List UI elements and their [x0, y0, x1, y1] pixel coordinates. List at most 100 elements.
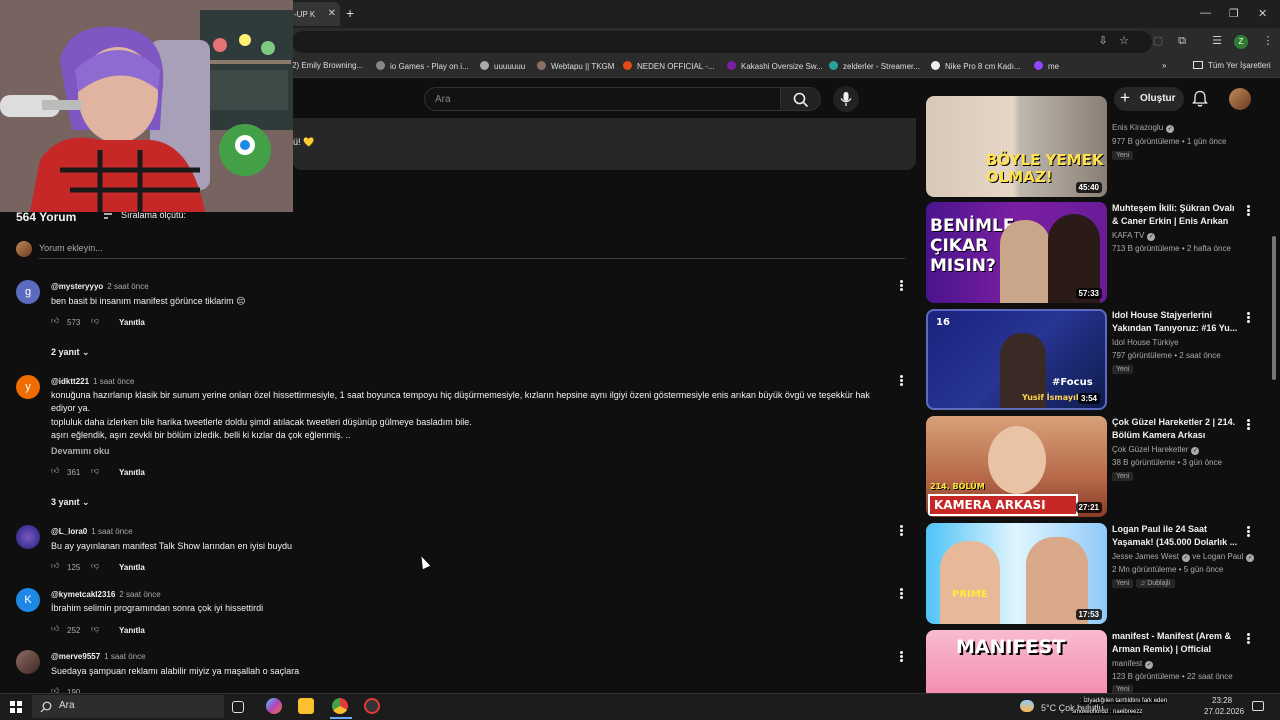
clock-time[interactable]: 23:28	[1212, 696, 1232, 705]
page-scrollbar[interactable]	[1272, 236, 1276, 380]
dislike-icon[interactable]: 👎︎	[91, 624, 99, 634]
video-menu-icon[interactable]	[1245, 632, 1251, 645]
minimize-icon[interactable]: —	[1200, 7, 1211, 19]
channel-name[interactable]: Idol House Türkiye	[1112, 338, 1179, 347]
reply-button[interactable]: Yanıtla	[119, 626, 145, 635]
obs-icon[interactable]	[364, 698, 380, 714]
video-menu-icon[interactable]	[1245, 525, 1251, 538]
like-icon[interactable]: 👍︎	[51, 466, 59, 476]
comment-author[interactable]: @mysteryyyo 2 saat önce	[51, 282, 149, 291]
video-title[interactable]: manifest - Manifest (Arem & Arman Remix)…	[1112, 630, 1238, 656]
upload-age: 22 saat önce	[1186, 672, 1233, 681]
commenter-avatar[interactable]: y	[16, 375, 40, 399]
bookmark-item[interactable]: me	[1034, 61, 1059, 71]
task-view-icon[interactable]	[232, 701, 244, 713]
restore-icon[interactable]: ❐	[1229, 7, 1239, 20]
comment-author[interactable]: @idktt221 1 saat önce	[51, 377, 134, 386]
bookmark-item[interactable]: 2) Emily Browning...	[292, 61, 363, 70]
bookmark-item[interactable]: Nike Pro 8 cm Kadı...	[931, 61, 1021, 71]
video-title[interactable]: Logan Paul ile 24 Saat Yaşamak! (145.000…	[1112, 523, 1238, 549]
comment-author[interactable]: @merve9557 1 saat önce	[51, 652, 146, 661]
notification-center-icon[interactable]	[1252, 701, 1264, 711]
bookmark-item[interactable]: NEDEN OFFICIAL -...	[623, 61, 715, 71]
reply-button[interactable]: Yanıtla	[119, 468, 145, 477]
comment-author[interactable]: @kymetcakl2316 2 saat önce	[51, 590, 161, 599]
channel-name[interactable]: Çok Güzel Hareketler ✓	[1112, 445, 1200, 455]
video-menu-icon[interactable]	[1245, 204, 1251, 217]
address-bar[interactable]	[292, 31, 1152, 53]
comment-menu-icon[interactable]	[896, 279, 906, 293]
comment-author[interactable]: @L_lora0 1 saat önce	[51, 527, 133, 536]
channel-label: KAFA TV	[1112, 231, 1145, 240]
bookmark-star-icon[interactable]: ☆	[1118, 35, 1130, 47]
video-title[interactable]: Idol House Stajyerlerini Yakından Tanıyo…	[1112, 309, 1238, 335]
like-icon[interactable]: 👍︎	[51, 624, 59, 634]
channel-name[interactable]: manifest ✓	[1112, 659, 1154, 669]
video-thumbnail[interactable]: BENİMLE ÇIKAR MISIN? 57:33	[926, 202, 1107, 303]
commenter-avatar[interactable]: K	[16, 588, 40, 612]
video-thumbnail[interactable]: BÖYLE YEMEK OLMAZ! 45:40	[926, 96, 1107, 197]
bookmark-item[interactable]: io Games - Play on i...	[376, 61, 469, 71]
comment-text-line: konuğuna hazırlanıp klasik bir sunum yer…	[51, 390, 870, 400]
video-menu-icon[interactable]	[1245, 311, 1251, 324]
like-icon[interactable]: 👍︎	[51, 316, 59, 326]
clock-date[interactable]: 27.02.2026	[1204, 707, 1244, 716]
new-tab-icon[interactable]: +	[346, 5, 354, 21]
channel-name[interactable]: Enis Kirazoglu ✓	[1112, 123, 1175, 133]
video-thumbnail[interactable]: 16 #Focus Yusif İsmayıl 3:54	[926, 309, 1107, 410]
profile-avatar[interactable]: Z	[1234, 35, 1248, 49]
voice-search-button[interactable]	[833, 86, 859, 112]
video-title[interactable]: Çok Güzel Hareketler 2 | 214. Bölüm Kame…	[1112, 416, 1238, 442]
video-thumbnail[interactable]: 214. BÖLÜM KAMERA ARKASI 27:21	[926, 416, 1107, 517]
bookmark-item[interactable]: uuuuuuu	[480, 61, 525, 71]
windows-start-icon[interactable]	[10, 701, 22, 713]
all-bookmarks[interactable]: Tüm Yer İşaretleri	[1193, 61, 1271, 70]
channel-name[interactable]: KAFA TV ✓	[1112, 231, 1156, 241]
commenter-avatar[interactable]	[16, 650, 40, 674]
reply-button[interactable]: Yanıtla	[119, 563, 145, 572]
dislike-icon[interactable]: 👎︎	[91, 316, 99, 326]
dislike-icon[interactable]: 👎︎	[91, 561, 99, 571]
channel-name[interactable]: Jesse James West ✓ ve Logan Paul ✓	[1112, 552, 1255, 562]
tab-search-icon[interactable]: ☰	[1211, 35, 1223, 47]
extensions-icon[interactable]: ⧉	[1176, 35, 1188, 47]
video-description[interactable]	[292, 118, 916, 170]
commenter-avatar[interactable]	[16, 525, 40, 549]
search-input[interactable]: Ara	[424, 87, 781, 111]
comment-menu-icon[interactable]	[896, 524, 906, 538]
dislike-icon[interactable]: 👎︎	[91, 466, 99, 476]
folder-icon	[1193, 61, 1203, 69]
video-thumbnail[interactable]: MANIFEST	[926, 630, 1107, 693]
all-bookmarks-label: Tüm Yer İşaretleri	[1208, 61, 1271, 70]
notifications-bell-icon[interactable]	[1192, 90, 1208, 108]
video-title[interactable]: Muhteşem İkili: Şükran Ovalı & Caner Erk…	[1112, 202, 1238, 228]
comment-menu-icon[interactable]	[896, 650, 906, 664]
add-comment-input[interactable]: Yorum ekleyin...	[39, 243, 103, 253]
tab-close-icon[interactable]: ✕	[328, 8, 336, 19]
file-explorer-icon[interactable]	[298, 698, 314, 714]
window-close-icon[interactable]: ✕	[1258, 7, 1267, 20]
menu-dots-icon[interactable]: ⋮	[1262, 35, 1274, 47]
bookmark-item[interactable]: zelderler - Streamer...	[829, 61, 920, 71]
copilot-icon[interactable]	[266, 698, 282, 714]
reply-button[interactable]: Yanıtla	[119, 318, 145, 327]
like-icon[interactable]: 👍︎	[51, 561, 59, 571]
replies-toggle[interactable]: 3 yanıt ⌄	[51, 497, 90, 508]
search-button[interactable]	[781, 87, 821, 111]
install-app-icon[interactable]: ⇩	[1097, 35, 1109, 47]
comment-menu-icon[interactable]	[896, 374, 906, 388]
comment-menu-icon[interactable]	[896, 587, 906, 601]
stream-chat-line: : İzlyadığılen tarrtıldlını fark eden	[1080, 698, 1168, 704]
chrome-icon[interactable]	[332, 698, 348, 714]
taskbar-search[interactable]: Ara	[32, 695, 224, 718]
replies-toggle[interactable]: 2 yanıt ⌄	[51, 347, 90, 358]
bookmark-item[interactable]: Webtapu || TKGM	[537, 61, 614, 71]
bookmark-item[interactable]: Kakashi Oversize Sw...	[727, 61, 823, 71]
microphone-icon	[840, 92, 852, 106]
video-menu-icon[interactable]	[1245, 418, 1251, 431]
user-avatar[interactable]	[1229, 88, 1251, 110]
bookmarks-overflow-icon[interactable]: »	[1162, 61, 1166, 70]
read-more-link[interactable]: Devamını oku	[51, 446, 110, 456]
commenter-avatar[interactable]: g	[16, 280, 40, 304]
video-thumbnail[interactable]: PRIME 17:53	[926, 523, 1107, 624]
